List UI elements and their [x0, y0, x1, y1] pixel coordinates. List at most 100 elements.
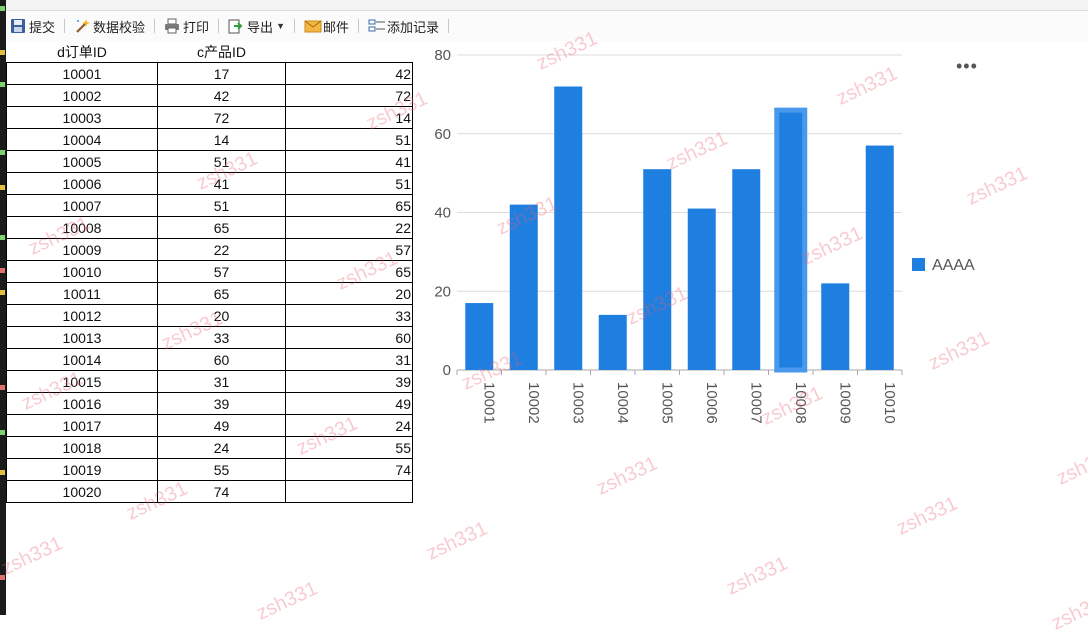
order-id-cell[interactable]: 10012: [6, 304, 158, 327]
chart-bar[interactable]: [643, 169, 672, 370]
value-cell[interactable]: 49: [285, 392, 413, 415]
order-id-cell[interactable]: 10020: [6, 480, 158, 503]
product-id-cell[interactable]: 72: [157, 106, 286, 129]
product-id-cell[interactable]: 51: [157, 150, 286, 173]
chevron-down-icon: ▼: [276, 21, 285, 31]
product-id-cell[interactable]: 17: [157, 62, 286, 85]
product-id-cell[interactable]: 42: [157, 84, 286, 107]
product-id-cell[interactable]: 14: [157, 128, 286, 151]
order-id-cell[interactable]: 10006: [6, 172, 158, 195]
add-row-icon: [368, 18, 385, 34]
value-cell[interactable]: 60: [285, 326, 413, 349]
more-dots-icon[interactable]: •••: [956, 56, 978, 77]
print-label: 打印: [183, 19, 210, 35]
value-cell[interactable]: 65: [285, 260, 413, 283]
product-id-cell[interactable]: 51: [157, 194, 286, 217]
product-id-cell[interactable]: 33: [157, 326, 286, 349]
table-row: 10017 49 24: [6, 414, 413, 437]
product-id-cell[interactable]: 24: [157, 436, 286, 459]
validate-button[interactable]: 数据校验: [70, 13, 149, 39]
product-id-cell[interactable]: 74: [157, 480, 286, 503]
order-id-cell[interactable]: 10018: [6, 436, 158, 459]
order-id-cell[interactable]: 10004: [6, 128, 158, 151]
order-id-cell[interactable]: 10005: [6, 150, 158, 173]
order-id-cell[interactable]: 10007: [6, 194, 158, 217]
table-row: 10016 39 49: [6, 392, 413, 415]
print-button[interactable]: 打印: [160, 13, 213, 39]
chart-bar[interactable]: [732, 169, 761, 370]
export-dropdown-button[interactable]: 导出 ▼: [224, 13, 289, 39]
product-id-cell[interactable]: 20: [157, 304, 286, 327]
value-cell[interactable]: 33: [285, 304, 413, 327]
product-id-cell[interactable]: 60: [157, 348, 286, 371]
x-tick-label: 10006: [703, 382, 720, 424]
watermark-text: zsh331: [0, 532, 66, 580]
value-cell[interactable]: 57: [285, 238, 413, 261]
order-id-cell[interactable]: 10010: [6, 260, 158, 283]
value-cell[interactable]: 24: [285, 414, 413, 437]
order-id-cell[interactable]: 10008: [6, 216, 158, 239]
watermark-text: zsh331: [253, 577, 321, 625]
grid-header-row: d订单ID c产品ID: [7, 42, 413, 63]
x-tick-label: 10003: [569, 382, 586, 424]
product-id-cell[interactable]: 39: [157, 392, 286, 415]
product-id-cell[interactable]: 22: [157, 238, 286, 261]
order-id-cell[interactable]: 10019: [6, 458, 158, 481]
toolbar-separator: [448, 19, 450, 33]
table-row: 10018 24 55: [6, 436, 413, 459]
product-id-cell[interactable]: 57: [157, 260, 286, 283]
product-id-cell[interactable]: 49: [157, 414, 286, 437]
order-id-cell[interactable]: 10002: [6, 84, 158, 107]
product-id-cell[interactable]: 31: [157, 370, 286, 393]
order-id-cell[interactable]: 10014: [6, 348, 158, 371]
legend-label[interactable]: AAAA: [932, 257, 975, 274]
add-record-button[interactable]: 添加记录: [364, 13, 443, 39]
order-id-cell[interactable]: 10015: [6, 370, 158, 393]
order-id-cell[interactable]: 10013: [6, 326, 158, 349]
y-tick-label: 20: [434, 283, 451, 300]
value-cell[interactable]: 74: [285, 458, 413, 481]
value-cell[interactable]: 42: [285, 62, 413, 85]
order-id-cell[interactable]: 10009: [6, 238, 158, 261]
save-disk-icon: [10, 18, 26, 34]
value-cell[interactable]: 31: [285, 348, 413, 371]
value-cell[interactable]: 51: [285, 172, 413, 195]
product-id-cell[interactable]: 55: [157, 458, 286, 481]
value-cell[interactable]: 20: [285, 282, 413, 305]
x-tick-label: 10004: [614, 382, 631, 424]
chart-bar[interactable]: [821, 283, 850, 370]
value-cell[interactable]: 51: [285, 128, 413, 151]
validate-label: 数据校验: [93, 19, 146, 35]
order-id-cell[interactable]: 10003: [6, 106, 158, 129]
chart-bar[interactable]: [774, 107, 808, 373]
chart-bar[interactable]: [687, 208, 716, 370]
chart-bar[interactable]: [465, 303, 494, 370]
chart-bar[interactable]: [865, 145, 894, 370]
value-cell[interactable]: 55: [285, 436, 413, 459]
report-toolbar: 提交 数据校验 打印 导出 ▼ 邮件 添加记录: [6, 11, 1088, 41]
toolbar-separator: [154, 19, 156, 33]
product-id-cell[interactable]: 65: [157, 216, 286, 239]
order-id-cell[interactable]: 10001: [6, 62, 158, 85]
table-row: 10006 41 51: [6, 172, 413, 195]
product-id-cell[interactable]: 41: [157, 172, 286, 195]
watermark-text: zsh331: [893, 492, 961, 540]
submit-button[interactable]: 提交: [6, 13, 59, 39]
mail-button[interactable]: 邮件: [300, 13, 353, 39]
order-id-cell[interactable]: 10016: [6, 392, 158, 415]
value-cell[interactable]: 65: [285, 194, 413, 217]
chart-bar[interactable]: [509, 204, 538, 370]
value-cell[interactable]: 72: [285, 84, 413, 107]
column-header-value: [286, 42, 413, 63]
value-cell[interactable]: 14: [285, 106, 413, 129]
order-id-cell[interactable]: 10011: [6, 282, 158, 305]
value-cell[interactable]: [285, 480, 413, 503]
column-header-product-id: c产品ID: [197, 44, 246, 60]
value-cell[interactable]: 41: [285, 150, 413, 173]
value-cell[interactable]: 22: [285, 216, 413, 239]
chart-bar[interactable]: [554, 86, 583, 371]
chart-bar[interactable]: [598, 314, 627, 370]
order-id-cell[interactable]: 10017: [6, 414, 158, 437]
product-id-cell[interactable]: 65: [157, 282, 286, 305]
value-cell[interactable]: 39: [285, 370, 413, 393]
